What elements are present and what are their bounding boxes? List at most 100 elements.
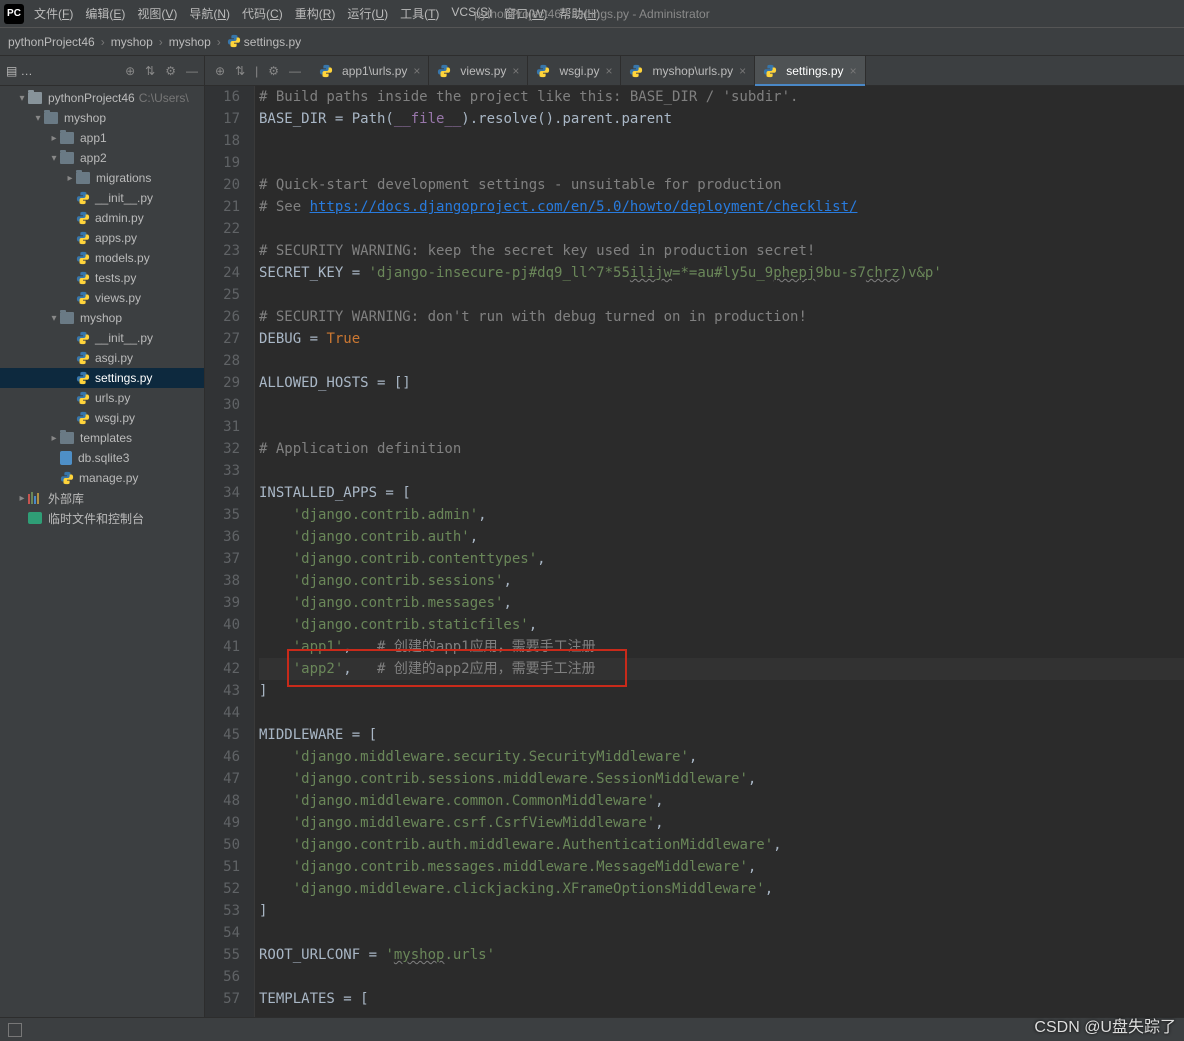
code-line[interactable] — [259, 460, 1184, 482]
code-line[interactable] — [259, 218, 1184, 240]
tree-item[interactable]: wsgi.py — [0, 408, 204, 428]
code-line[interactable] — [259, 702, 1184, 724]
sidebar-tool-icon[interactable]: ⇅ — [145, 64, 155, 78]
close-tab-icon[interactable]: × — [739, 64, 746, 78]
tree-arrow-icon[interactable]: ▾ — [48, 153, 60, 164]
menu-item[interactable]: 运行(U) — [347, 5, 388, 22]
editor-tab[interactable]: app1\urls.py× — [311, 56, 429, 85]
sidebar-tool-icon[interactable]: ⚙ — [165, 64, 176, 78]
tree-item[interactable]: urls.py — [0, 388, 204, 408]
code-line[interactable]: ] — [259, 900, 1184, 922]
menu-item[interactable]: 工具(T) — [400, 5, 439, 22]
menu-item[interactable]: 视图(V) — [137, 5, 177, 22]
menu-item[interactable]: 编辑(E) — [85, 5, 125, 22]
breadcrumb-item[interactable]: myshop — [111, 35, 153, 49]
code-line[interactable]: 'django.contrib.sessions.middleware.Sess… — [259, 768, 1184, 790]
tree-item[interactable]: ▾app2 — [0, 148, 204, 168]
tree-item[interactable]: 临时文件和控制台 — [0, 508, 204, 528]
code-line[interactable] — [259, 152, 1184, 174]
code-line[interactable]: INSTALLED_APPS = [ — [259, 482, 1184, 504]
tree-arrow-icon[interactable]: ▾ — [32, 113, 44, 124]
close-tab-icon[interactable]: × — [850, 64, 857, 78]
project-selector-icon[interactable]: ▤ … — [6, 64, 33, 78]
code-line[interactable]: # See https://docs.djangoproject.com/en/… — [259, 196, 1184, 218]
code-line[interactable]: DEBUG = True — [259, 328, 1184, 350]
editor-tab[interactable]: views.py× — [429, 56, 528, 85]
tab-hide-icon[interactable]: — — [289, 64, 301, 78]
tree-item[interactable]: asgi.py — [0, 348, 204, 368]
menu-item[interactable]: 文件(F) — [34, 5, 73, 22]
breadcrumb[interactable]: pythonProject46 myshop myshop settings.py — [0, 28, 1184, 56]
tree-arrow-icon[interactable]: ▸ — [64, 173, 76, 184]
tree-item[interactable]: ▸migrations — [0, 168, 204, 188]
close-tab-icon[interactable]: × — [413, 64, 420, 78]
tree-item[interactable]: db.sqlite3 — [0, 448, 204, 468]
editor-tab[interactable]: myshop\urls.py× — [621, 56, 755, 85]
code-line[interactable]: # Quick-start development settings - uns… — [259, 174, 1184, 196]
tree-item[interactable]: settings.py — [0, 368, 204, 388]
close-tab-icon[interactable]: × — [605, 64, 612, 78]
code-line[interactable]: 'django.contrib.staticfiles', — [259, 614, 1184, 636]
tree-item[interactable]: admin.py — [0, 208, 204, 228]
tree-arrow-icon[interactable]: ▸ — [48, 133, 60, 144]
tree-arrow-icon[interactable]: ▸ — [48, 433, 60, 444]
tree-item[interactable]: ▾myshop — [0, 308, 204, 328]
code-line[interactable]: # Build paths inside the project like th… — [259, 86, 1184, 108]
tab-settings-icon[interactable]: ⇅ — [235, 64, 245, 78]
code-line[interactable]: SECRET_KEY = 'django-insecure-pj#dq9_ll^… — [259, 262, 1184, 284]
code-line[interactable] — [259, 284, 1184, 306]
code-line[interactable]: 'django.contrib.messages.middleware.Mess… — [259, 856, 1184, 878]
code-line[interactable] — [259, 922, 1184, 944]
code-line[interactable]: ] — [259, 680, 1184, 702]
code-editor[interactable]: 1617181920212223242526272829303132333435… — [205, 86, 1184, 1017]
tree-item[interactable]: __init__.py — [0, 328, 204, 348]
tab-gear-icon[interactable]: ⚙ — [268, 64, 279, 78]
code-line[interactable]: 'app2', # 创建的app2应用，需要手工注册 — [259, 658, 1184, 680]
editor-tab[interactable]: wsgi.py× — [528, 56, 621, 85]
code-line[interactable]: TEMPLATES = [ — [259, 988, 1184, 1010]
tree-item[interactable]: views.py — [0, 288, 204, 308]
code-line[interactable] — [259, 966, 1184, 988]
code-line[interactable]: BASE_DIR = Path(__file__).resolve().pare… — [259, 108, 1184, 130]
code-line[interactable]: 'app1', # 创建的app1应用，需要手工注册 — [259, 636, 1184, 658]
code-line[interactable]: 'django.middleware.clickjacking.XFrameOp… — [259, 878, 1184, 900]
code-line[interactable] — [259, 416, 1184, 438]
status-indicator-icon[interactable] — [8, 1023, 22, 1037]
breadcrumb-item[interactable]: pythonProject46 — [8, 35, 95, 49]
menu-item[interactable]: 重构(R) — [295, 5, 336, 22]
close-tab-icon[interactable]: × — [512, 64, 519, 78]
code-line[interactable]: 'django.middleware.csrf.CsrfViewMiddlewa… — [259, 812, 1184, 834]
code-line[interactable]: 'django.contrib.sessions', — [259, 570, 1184, 592]
code-line[interactable]: 'django.contrib.contenttypes', — [259, 548, 1184, 570]
code-line[interactable] — [259, 394, 1184, 416]
code-line[interactable] — [259, 350, 1184, 372]
tree-arrow-icon[interactable]: ▾ — [16, 93, 28, 104]
tab-target-icon[interactable]: ⊕ — [215, 64, 225, 78]
code-line[interactable]: # SECURITY WARNING: keep the secret key … — [259, 240, 1184, 262]
tree-item[interactable]: ▸app1 — [0, 128, 204, 148]
code-line[interactable]: 'django.contrib.auth', — [259, 526, 1184, 548]
tree-item[interactable]: tests.py — [0, 268, 204, 288]
code-area[interactable]: # Build paths inside the project like th… — [255, 86, 1184, 1017]
tree-item[interactable]: ▸外部库 — [0, 488, 204, 508]
menu-item[interactable]: 导航(N) — [189, 5, 230, 22]
editor-tab[interactable]: settings.py× — [755, 56, 865, 85]
tree-item[interactable]: ▾myshop — [0, 108, 204, 128]
code-line[interactable]: 'django.middleware.common.CommonMiddlewa… — [259, 790, 1184, 812]
code-line[interactable]: 'django.contrib.admin', — [259, 504, 1184, 526]
tree-item[interactable]: manage.py — [0, 468, 204, 488]
code-line[interactable]: MIDDLEWARE = [ — [259, 724, 1184, 746]
tree-arrow-icon[interactable]: ▸ — [16, 493, 28, 504]
breadcrumb-item[interactable]: settings.py — [227, 34, 301, 49]
sidebar-tool-icon[interactable]: ⊕ — [125, 64, 135, 78]
tree-item[interactable]: __init__.py — [0, 188, 204, 208]
tree-item[interactable]: ▾pythonProject46C:\Users\ — [0, 88, 204, 108]
tree-item[interactable]: apps.py — [0, 228, 204, 248]
code-line[interactable]: ROOT_URLCONF = 'myshop.urls' — [259, 944, 1184, 966]
tree-arrow-icon[interactable]: ▾ — [48, 313, 60, 324]
sidebar-tool-icon[interactable]: — — [186, 64, 198, 78]
breadcrumb-item[interactable]: myshop — [169, 35, 211, 49]
menu-item[interactable]: 代码(C) — [242, 5, 283, 22]
tree-item[interactable]: models.py — [0, 248, 204, 268]
code-line[interactable]: # SECURITY WARNING: don't run with debug… — [259, 306, 1184, 328]
